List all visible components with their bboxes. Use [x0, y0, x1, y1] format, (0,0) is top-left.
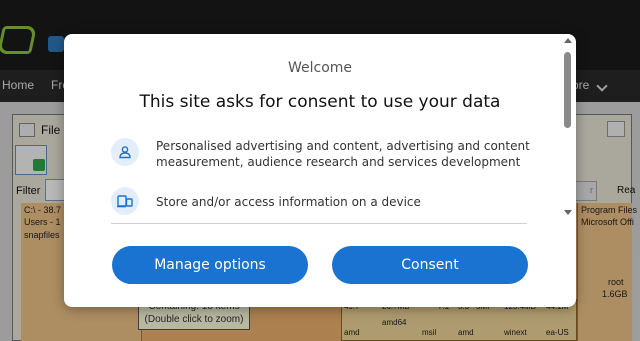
purpose-store-access: Store and/or access information on a dev…: [156, 195, 421, 209]
person-icon: [111, 138, 139, 166]
scroll-down-arrow-icon[interactable]: [564, 210, 572, 215]
devices-icon: [111, 187, 139, 215]
manage-options-button[interactable]: Manage options: [112, 246, 308, 284]
purpose-personalised-ads: Personalised advertising and content, ad…: [156, 139, 530, 169]
scroll-thumb[interactable]: [564, 52, 571, 128]
dialog-welcome: Welcome: [287, 60, 353, 76]
consent-button[interactable]: Consent: [332, 246, 528, 284]
dialog-divider: [111, 223, 527, 224]
consent-dialog: Welcome This site asks for consent to us…: [64, 34, 576, 307]
dialog-heading: This site asks for consent to use your d…: [139, 92, 501, 112]
scroll-up-arrow-icon[interactable]: [564, 38, 572, 43]
